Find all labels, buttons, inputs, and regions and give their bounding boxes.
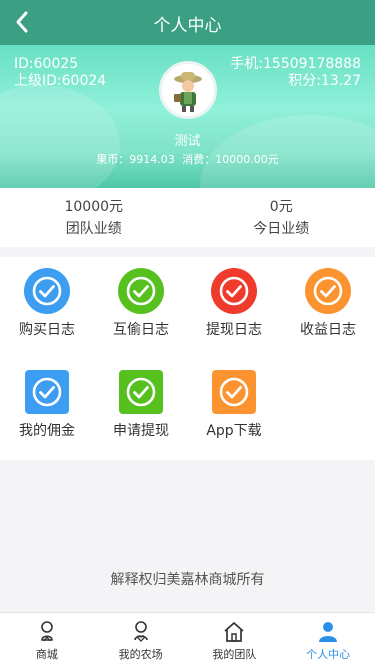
home-icon	[224, 622, 244, 642]
tab-my-team[interactable]: 我的团队	[188, 613, 282, 667]
team-performance: 10000元 团队业绩	[0, 188, 188, 247]
stat-label: 今日业绩	[253, 221, 310, 237]
steal-log-button[interactable]: 互偷日志	[94, 268, 188, 339]
copyright-note: 解释权归美嘉林商城所有	[110, 572, 265, 588]
check-circle-icon	[305, 268, 351, 314]
user-icon	[319, 622, 338, 642]
performance-stats: 10000元 团队业绩 0元 今日业绩	[0, 188, 375, 247]
function-grid: 购买日志 互偷日志 提现日志 收益日志 我的佣金 申请提现 App下载	[0, 257, 375, 460]
stat-value: 10000元	[64, 199, 124, 215]
check-circle-icon	[24, 268, 70, 314]
check-circle-icon	[118, 268, 164, 314]
tab-label: 我的团队	[212, 648, 257, 661]
check-circle-icon	[211, 369, 257, 415]
check-circle-icon	[24, 369, 70, 415]
stat-value: 0元	[269, 199, 293, 215]
profile-ids: ID:60025 上级ID:60024	[14, 56, 106, 90]
phone-number: 手机:15509178888	[230, 56, 361, 72]
bottom-tab-bar: 商城 我的农场 我的团队 个人中心	[0, 612, 375, 667]
menu-label: App下载	[206, 423, 262, 439]
parent-user-id: 上级ID:60024	[14, 73, 107, 89]
app-download-button[interactable]: App下载	[187, 369, 281, 440]
menu-label: 互偷日志	[113, 322, 169, 338]
menu-label: 收益日志	[300, 322, 356, 338]
farm-icon	[133, 621, 148, 642]
fruit-coin-balance: 果币：9914.03	[96, 153, 175, 166]
menu-label: 提现日志	[206, 322, 262, 338]
user-id: ID:60025	[14, 56, 79, 72]
tab-my-farm[interactable]: 我的农场	[94, 613, 188, 667]
tab-shop[interactable]: 商城	[0, 613, 94, 667]
page-title: 个人中心	[153, 16, 222, 36]
profile-contact: 手机:15509178888 积分:13.27	[230, 56, 361, 90]
check-circle-icon	[118, 369, 164, 415]
menu-label: 我的佣金	[19, 423, 75, 439]
income-log-button[interactable]: 收益日志	[281, 268, 375, 339]
top-bar: 个人中心	[0, 0, 375, 45]
menu-label: 申请提现	[113, 423, 169, 439]
tab-label: 商城	[35, 648, 58, 661]
avatar[interactable]	[159, 61, 217, 119]
tab-label: 我的农场	[118, 648, 163, 661]
my-commission-button[interactable]: 我的佣金	[0, 369, 94, 440]
points: 积分:13.27	[288, 73, 361, 89]
stat-label: 团队业绩	[65, 221, 122, 237]
menu-label: 购买日志	[19, 322, 75, 338]
withdraw-log-button[interactable]: 提现日志	[187, 268, 281, 339]
profile-header: ID:60025 上级ID:60024 手机:15509178888 积分:13…	[0, 45, 375, 188]
shop-icon	[41, 621, 53, 642]
purchase-log-button[interactable]: 购买日志	[0, 268, 94, 339]
balance-line: 果币：9914.03 消费：10000.00元	[0, 151, 375, 167]
today-performance: 0元 今日业绩	[188, 188, 375, 247]
tab-label: 个人中心	[306, 648, 351, 661]
check-circle-icon	[211, 268, 257, 314]
apply-withdraw-button[interactable]: 申请提现	[94, 369, 188, 440]
tab-profile[interactable]: 个人中心	[281, 613, 375, 667]
consumption-total: 消费：10000.00元	[182, 153, 279, 166]
nickname: 测试	[174, 134, 201, 149]
